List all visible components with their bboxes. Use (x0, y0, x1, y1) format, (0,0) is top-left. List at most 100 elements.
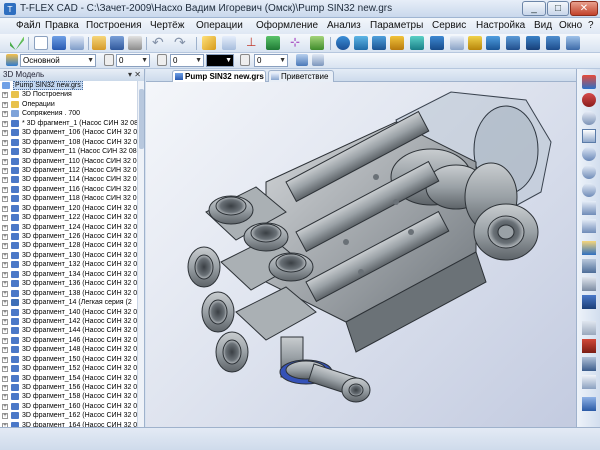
tree-item[interactable]: +3D фрагмент_142 (Насос СИН 32 0 (0, 317, 138, 326)
undo-icon[interactable]: ↶ (152, 35, 166, 50)
tree-item[interactable]: +3D фрагмент_138 (Насос СИН 32 0 (0, 289, 138, 298)
zoom-all-icon[interactable] (582, 147, 596, 161)
tree-scrollbar[interactable] (137, 81, 144, 427)
tree-item[interactable]: +3D фрагмент_106 (Насос СИН 32 0 (0, 128, 138, 137)
tree-item[interactable]: +3D фрагмент_14 (Легкая серия (2 (0, 298, 138, 307)
cube-view-icon[interactable] (582, 397, 596, 411)
panel-buttons[interactable]: ▾ ✕ (128, 69, 141, 81)
menu-service[interactable]: Сервис (432, 20, 466, 31)
tree-expander[interactable]: + (2, 205, 8, 212)
tree-expander[interactable]: + (2, 375, 8, 382)
open-folder-icon[interactable] (92, 36, 106, 50)
props-icon[interactable] (312, 54, 324, 66)
priority-combo[interactable]: 0 ▼ (116, 54, 150, 67)
menu-file[interactable]: Файл (16, 20, 41, 31)
menu-window[interactable]: Окно (559, 20, 582, 31)
menu-parameters[interactable]: Параметры (370, 20, 423, 31)
tree-item[interactable]: +3D фрагмент_122 (Насос СИН 32 0 (0, 213, 138, 222)
tree-item[interactable]: +3D фрагмент_116 (Насос СИН 32 0 (0, 185, 138, 194)
menu-edit[interactable]: Правка (45, 20, 79, 31)
tree-item[interactable]: +3D фрагмент_130 (Насос СИН 32 0 (0, 251, 138, 260)
tree-item[interactable]: +3D фрагмент_11 (Насос СИН 32 08 (0, 147, 138, 156)
tree-item[interactable]: +3D фрагмент_160 (Насос СИН 32 0 (0, 402, 138, 411)
tree-expander[interactable]: + (2, 177, 8, 184)
workplane-icon[interactable] (266, 36, 280, 50)
menu-operations[interactable]: Операции (196, 20, 243, 31)
select-filter-icon[interactable] (582, 241, 596, 255)
tree-expander[interactable]: + (2, 243, 8, 250)
menu-construct[interactable]: Построения (86, 20, 142, 31)
tree-item[interactable]: +3D фрагмент_132 (Насос СИН 32 0 (0, 260, 138, 269)
tree-expander[interactable]: + (2, 149, 8, 156)
tree-expander[interactable]: + (2, 234, 8, 240)
rotate-op-icon[interactable] (354, 36, 368, 50)
tree-item[interactable]: +3D фрагмент_108 (Насос СИН 32 0 (0, 138, 138, 147)
level-combo[interactable]: 0 ▼ (170, 54, 204, 67)
zoom-icon[interactable] (582, 111, 596, 125)
tree-expander[interactable]: + (2, 328, 8, 335)
tree-expander[interactable]: + (2, 271, 8, 278)
tree-item[interactable]: +3D фрагмент_144 (Насос СИН 32 0 (0, 326, 138, 335)
tree-item[interactable]: +3D фрагмент_158 (Насос СИН 32 0 (0, 392, 138, 401)
minimize-button[interactable]: _ (522, 1, 546, 16)
tree-expander[interactable]: + (2, 186, 8, 193)
assembly-icon[interactable] (526, 36, 540, 50)
tab-pump-sin32[interactable]: Pump SIN32 new.grs (172, 70, 266, 82)
menu-view[interactable]: Вид (534, 20, 552, 31)
tree-expander[interactable]: + (2, 290, 8, 297)
tree-expander[interactable]: + (2, 139, 8, 146)
tree-expander[interactable]: + (2, 337, 8, 344)
chamfer-icon[interactable] (410, 36, 424, 50)
width-combo[interactable]: 0 ▼ (254, 54, 288, 67)
tree-item[interactable]: +3D фрагмент_152 (Насос СИН 32 0 (0, 364, 138, 373)
tree-expander[interactable]: + (2, 300, 8, 307)
copy-view-icon[interactable] (582, 321, 596, 335)
color-combo[interactable]: ▼ (206, 54, 234, 67)
page-icon[interactable] (222, 36, 236, 50)
tree-item[interactable]: +3D фрагмент_146 (Насос СИН 32 0 (0, 336, 138, 345)
print-icon[interactable] (128, 36, 142, 50)
tree-item[interactable]: +3D фрагмент_148 (Насос СИН 32 0 (0, 345, 138, 354)
fit-icon[interactable] (582, 219, 596, 233)
section-icon[interactable] (582, 277, 596, 291)
zoom-window-icon[interactable] (582, 129, 596, 143)
tree-expander[interactable]: + (2, 252, 8, 259)
boolean-icon[interactable] (390, 36, 404, 50)
tree-expander[interactable]: + (2, 196, 8, 203)
redo-icon[interactable]: ↷ (174, 35, 188, 50)
measure-icon[interactable] (582, 339, 596, 353)
tree-item[interactable]: +3D фрагмент_162 (Насос СИН 32 0 (0, 411, 138, 420)
tree-item[interactable]: +3D фрагмент_120 (Насос СИН 32 0 (0, 204, 138, 213)
shell-icon[interactable] (450, 36, 464, 50)
tree-item[interactable]: +3D фрагмент_110 (Насос СИН 32 0 (0, 157, 138, 166)
tree-item[interactable]: + Сопряжения . 700 (0, 109, 138, 118)
tree-item[interactable]: +3D фрагмент_154 (Насос СИН 32 0 (0, 374, 138, 383)
tree-item[interactable]: +3D фрагмент_140 (Насос СИН 32 0 (0, 308, 138, 317)
tree-item[interactable]: +3D фрагмент_124 (Насос СИН 32 0 (0, 223, 138, 232)
mirror-icon[interactable] (468, 36, 482, 50)
tree-expander[interactable]: + (2, 385, 8, 391)
tree-item[interactable]: +3D фрагмент_136 (Насос СИН 32 0 (0, 279, 138, 288)
array-icon[interactable] (486, 36, 500, 50)
tree-expander[interactable]: + (2, 366, 8, 373)
tree-expander[interactable]: + (2, 356, 8, 363)
rotate-view-icon[interactable] (582, 75, 596, 89)
save-icon[interactable] (110, 36, 124, 50)
tree-expander[interactable]: + (2, 215, 8, 222)
tree-item[interactable]: +3D фрагмент_114 (Насос СИН 32 0 (0, 175, 138, 184)
3d-viewport[interactable] (146, 82, 576, 427)
tree-item[interactable]: +3D фрагмент_118 (Насос СИН 32 0 (0, 194, 138, 203)
tree-expander[interactable]: + (2, 413, 8, 420)
tree-expander[interactable]: + (2, 158, 8, 165)
view-cube-icon[interactable] (566, 36, 580, 50)
tree-expander[interactable]: + (2, 347, 8, 354)
tree-item[interactable]: +3D фрагмент_150 (Насос СИН 32 0 (0, 355, 138, 364)
check-confirm-icon[interactable] (10, 36, 24, 50)
eraser-icon[interactable] (582, 375, 596, 389)
light-icon[interactable] (582, 357, 596, 371)
tree-expander[interactable]: + (2, 167, 8, 174)
tree-expander[interactable]: + (2, 262, 8, 269)
menu-settings[interactable]: Настройка (476, 20, 525, 31)
pan-icon[interactable] (582, 93, 596, 107)
fragment-icon[interactable] (506, 36, 520, 50)
